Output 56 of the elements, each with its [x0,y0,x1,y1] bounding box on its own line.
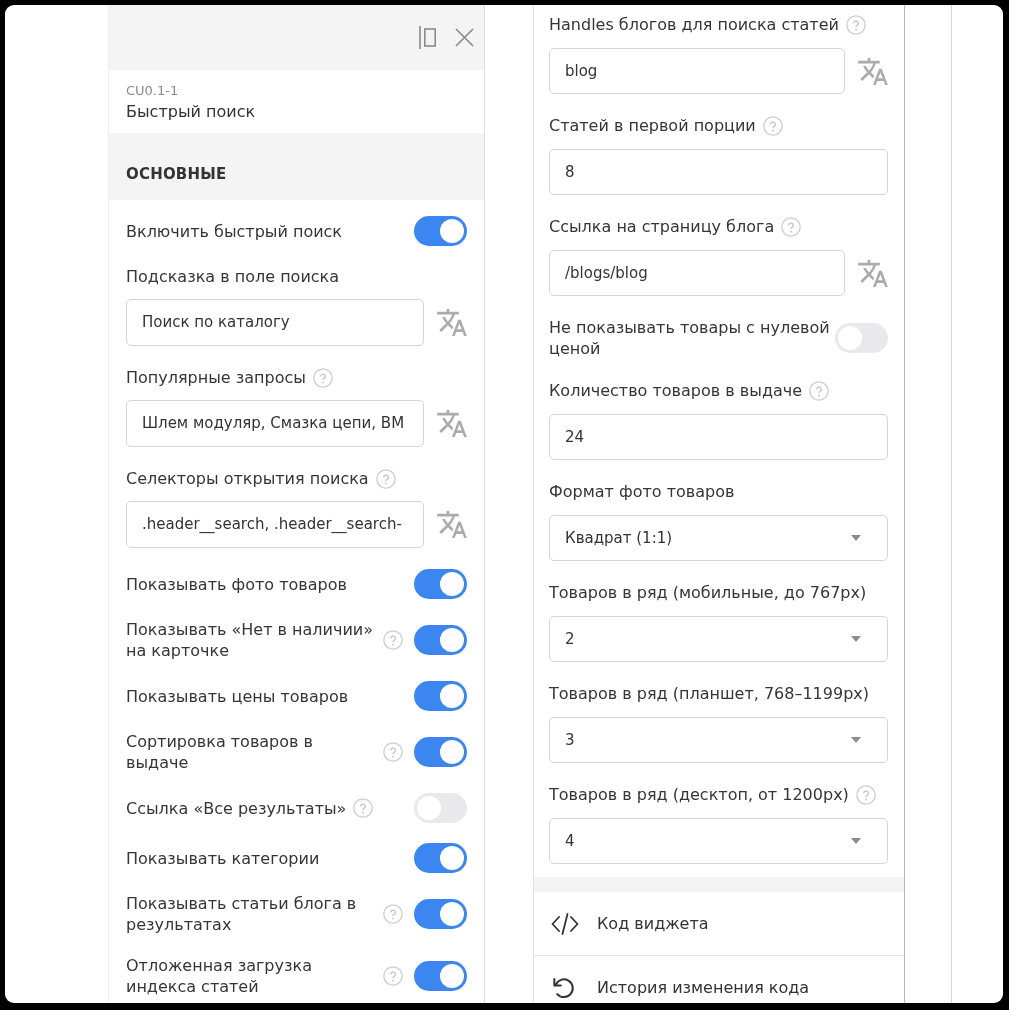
field-label: Подсказка в поле поиска [126,266,340,288]
toggle-switch[interactable] [414,899,467,929]
caret-down-icon [851,535,861,541]
field-label: Количество товаров в выдаче [549,380,803,402]
setting-label: Отложенная загрузка индекса статей [126,955,313,997]
widget-code: CU0.1-1 [126,82,180,100]
translate-icon[interactable] [437,410,467,437]
toggle-switch[interactable] [414,843,467,873]
setting-label: Показывать фото товаров [126,573,347,595]
setting-label: Включить быстрый поиск [126,220,343,242]
setting-label: Не показывать товары с нулевой ценой [549,317,831,359]
field-label: Популярные запросы [126,367,306,389]
text-field[interactable]: Шлем модуляр, Смазка цепи, BM [126,400,424,447]
setting-label: Показывать цены товаров [126,685,349,707]
toggle-switch[interactable] [414,961,467,991]
setting-label: Сортировка товаров в выдаче [126,731,314,773]
toggle-switch[interactable] [414,737,467,767]
field-label: Handles блогов для поиска статей [549,14,839,36]
field-label: Товаров в ряд (десктоп, от 1200px) [549,784,849,806]
dropdown-select[interactable]: 4 [549,818,888,864]
dropdown-select[interactable]: 2 [549,616,888,662]
toggle-switch[interactable] [414,625,467,655]
text-field[interactable]: 24 [549,414,888,460]
text-field[interactable]: .header__search, .header__search- [126,501,424,548]
field-label: Формат фото товаров [549,481,735,503]
translate-icon[interactable] [437,511,467,538]
circular-arrow-icon [551,975,576,1000]
setting-label: Показывать статьи блога в результатах [126,893,358,935]
field-label: Товаров в ряд (планшет, 768–1199px) [549,683,869,705]
dropdown-select[interactable]: 3 [549,717,888,763]
field-label: Ссылка на страницу блога [549,216,775,238]
close-icon[interactable] [455,28,474,47]
widget-title: Быстрый поиск [126,101,257,123]
code-icon [551,912,579,935]
dropdown-select[interactable]: Квадрат (1:1) [549,515,888,561]
setting-label: Ссылка «Все результаты» [126,797,347,819]
text-field[interactable]: Поиск по каталогу [126,299,424,346]
text-field[interactable]: /blogs/blog [549,250,845,296]
caret-down-icon [851,636,861,642]
text-field[interactable]: blog [549,48,845,94]
field-label: Селекторы открытия поиска [126,468,369,490]
setting-label: Показывать категории [126,847,320,869]
translate-icon[interactable] [858,259,888,287]
toggle-switch[interactable] [414,216,467,246]
toggle-switch[interactable] [414,569,467,599]
caret-down-icon [851,737,861,743]
field-label: Товаров в ряд (мобильные, до 767px) [549,582,867,604]
text-field[interactable]: 8 [549,149,888,195]
setting-label: Показывать «Нет в наличии» на карточке [126,619,374,661]
field-label: Статей в первой порции [549,115,756,137]
toggle-switch[interactable] [414,681,467,711]
section-title: ОСНОВНЫЕ [126,165,227,183]
translate-icon[interactable] [437,309,467,336]
caret-down-icon [851,838,861,844]
sidebar-panel-icon[interactable] [419,26,436,49]
translate-icon[interactable] [858,57,888,85]
